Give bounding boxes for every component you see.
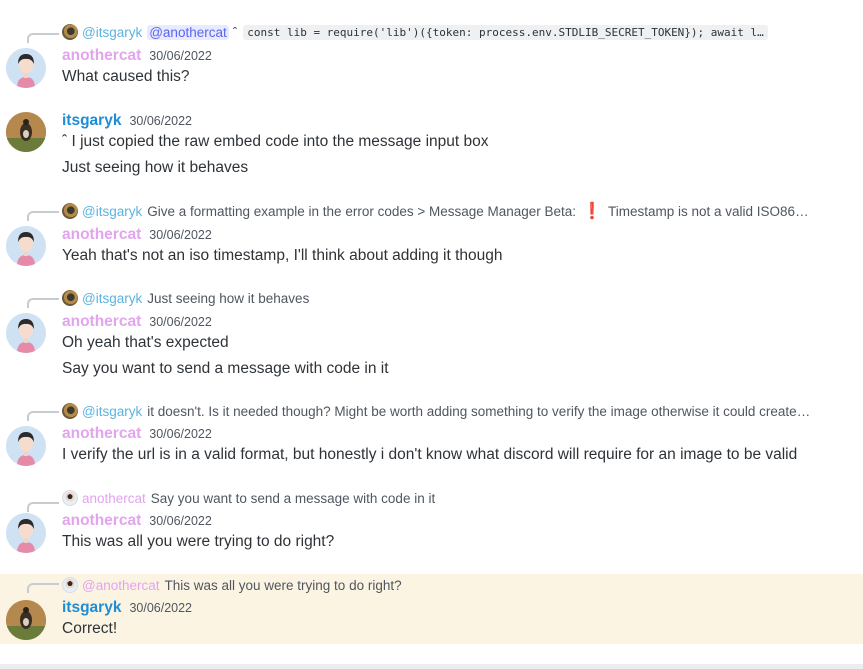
- message-group: @itsgaryk @anothercat ˆ const lib = requ…: [0, 0, 863, 100]
- message-text: What caused this?: [62, 68, 190, 85]
- reply-preview[interactable]: anothercat Say you want to send a messag…: [62, 488, 435, 508]
- username[interactable]: anothercat: [62, 313, 141, 331]
- reply-preview[interactable]: @anothercat This was all you were trying…: [62, 575, 402, 595]
- timestamp[interactable]: 30/06/2022: [149, 514, 212, 528]
- reply-spine: [27, 298, 59, 308]
- message-text: Oh yeah that's expected: [62, 334, 229, 351]
- timestamp[interactable]: 30/06/2022: [149, 427, 212, 441]
- message-header: itsgaryk 30/06/2022: [62, 112, 192, 132]
- timestamp[interactable]: 30/06/2022: [149, 228, 212, 242]
- message-header: anothercat 30/06/2022: [62, 512, 212, 532]
- message-group: anothercat Say you want to send a messag…: [0, 486, 863, 574]
- reply-spine: [27, 211, 59, 221]
- message-input-edge[interactable]: [0, 664, 863, 669]
- message-header: anothercat 30/06/2022: [62, 313, 212, 333]
- reply-spine: [27, 411, 59, 421]
- reply-text: Just seeing how it behaves: [147, 290, 310, 306]
- reply-avatar: [62, 290, 78, 306]
- timestamp[interactable]: 30/06/2022: [129, 601, 192, 615]
- reply-text: This was all you were trying to do right…: [164, 577, 402, 593]
- message-text: This was all you were trying to do right…: [62, 533, 335, 550]
- reply-avatar: [62, 24, 78, 40]
- reply-spine: [27, 33, 59, 43]
- avatar[interactable]: [6, 426, 46, 466]
- reply-author[interactable]: @itsgaryk: [82, 404, 142, 419]
- message-header: anothercat 30/06/2022: [62, 226, 212, 246]
- timestamp[interactable]: 30/06/2022: [149, 315, 212, 329]
- mention[interactable]: @anothercat: [147, 24, 229, 40]
- avatar[interactable]: [6, 513, 46, 553]
- reply-author[interactable]: @itsgaryk: [82, 291, 142, 306]
- message-header: anothercat 30/06/2022: [62, 47, 212, 67]
- message-text: Correct!: [62, 620, 118, 637]
- reply-author[interactable]: @itsgaryk: [82, 204, 142, 219]
- message-text: Just seeing how it behaves: [62, 159, 249, 176]
- reply-preview[interactable]: @itsgaryk it doesn't. Is it needed thoug…: [62, 401, 812, 421]
- reply-avatar: [62, 403, 78, 419]
- reply-preview[interactable]: @itsgaryk Just seeing how it behaves: [62, 288, 309, 308]
- reply-avatar: [62, 577, 78, 593]
- reply-author[interactable]: @anothercat: [82, 578, 160, 593]
- message-group-highlighted: @anothercat This was all you were trying…: [0, 574, 863, 644]
- username[interactable]: anothercat: [62, 47, 141, 65]
- message-group: @itsgaryk Give a formatting example in t…: [0, 190, 863, 282]
- avatar[interactable]: [6, 226, 46, 266]
- username[interactable]: anothercat: [62, 226, 141, 244]
- reply-preview[interactable]: @itsgaryk @anothercat ˆ const lib = requ…: [62, 22, 768, 42]
- reply-preview[interactable]: @itsgaryk Give a formatting example in t…: [62, 201, 812, 221]
- message-group: itsgaryk 30/06/2022 ˆ I just copied the …: [0, 100, 863, 190]
- reply-spine: [27, 583, 59, 593]
- message-text: ˆ I just copied the raw embed code into …: [62, 133, 489, 150]
- message-text: Say you want to send a message with code…: [62, 360, 389, 377]
- message-group: @itsgaryk it doesn't. Is it needed thoug…: [0, 394, 863, 486]
- exclamation-emoji-icon: ❗: [582, 203, 602, 220]
- reply-author[interactable]: @itsgaryk: [82, 25, 142, 40]
- timestamp[interactable]: 30/06/2022: [149, 49, 212, 63]
- reply-author[interactable]: anothercat: [82, 491, 146, 506]
- avatar[interactable]: [6, 600, 46, 640]
- reply-spine: [27, 502, 59, 512]
- message-text: I verify the url is in a valid format, b…: [62, 446, 798, 463]
- message-group: @itsgaryk Just seeing how it behaves ano…: [0, 282, 863, 394]
- username[interactable]: anothercat: [62, 512, 141, 530]
- avatar[interactable]: [6, 112, 46, 152]
- avatar[interactable]: [6, 313, 46, 353]
- message-header: anothercat 30/06/2022: [62, 425, 212, 445]
- reply-avatar: [62, 203, 78, 219]
- reply-text: it doesn't. Is it needed though? Might b…: [147, 403, 812, 419]
- avatar[interactable]: [6, 48, 46, 88]
- reply-avatar: [62, 490, 78, 506]
- reply-text: Give a formatting example in the error c…: [147, 203, 577, 219]
- reply-text: Timestamp is not a valid ISO8601 ti…: [607, 203, 812, 219]
- username[interactable]: anothercat: [62, 425, 141, 443]
- username[interactable]: itsgaryk: [62, 599, 121, 617]
- message-header: itsgaryk 30/06/2022: [62, 599, 192, 619]
- username[interactable]: itsgaryk: [62, 112, 121, 130]
- reply-text: Say you want to send a message with code…: [150, 490, 436, 506]
- timestamp[interactable]: 30/06/2022: [129, 114, 192, 128]
- message-text: Yeah that's not an iso timestamp, I'll t…: [62, 247, 503, 264]
- reply-caret: ˆ: [232, 24, 238, 40]
- reply-code-snippet: const lib = require('lib')({token: proce…: [243, 24, 768, 40]
